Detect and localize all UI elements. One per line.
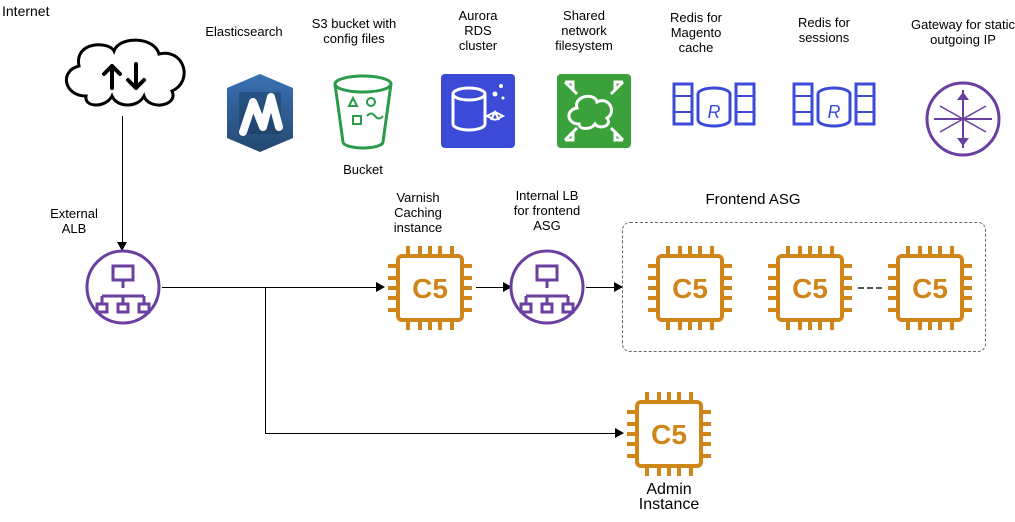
redis-magento-icon: R xyxy=(672,76,756,136)
internet-cloud-icon xyxy=(54,26,194,116)
ilb-icon xyxy=(508,248,586,326)
line-to-admin xyxy=(265,433,615,434)
svg-text:C5: C5 xyxy=(672,273,708,304)
svg-text:C5: C5 xyxy=(792,273,828,304)
svg-text:C5: C5 xyxy=(651,419,687,450)
varnish-c5-icon: C5 xyxy=(384,242,476,334)
redis-magento-label: Redis for Magento cache xyxy=(658,10,734,55)
frontend-asg-label: Frontend ASG xyxy=(698,192,808,207)
elasticsearch-label: Elasticsearch xyxy=(197,24,291,39)
asg-ellipsis xyxy=(858,287,882,289)
varnish-label: Varnish Caching instance xyxy=(388,190,448,235)
sharedfs-icon xyxy=(555,72,633,150)
elasticsearch-icon xyxy=(221,72,299,154)
s3-label: S3 bucket with config files xyxy=(304,16,404,46)
svg-text:C5: C5 xyxy=(912,273,948,304)
redis-sessions-icon: R xyxy=(792,76,876,136)
admin-label: Admin Instance xyxy=(622,482,716,512)
line-alb-varnish xyxy=(162,287,376,288)
s3-sub-label: Bucket xyxy=(333,162,393,177)
aurora-icon xyxy=(439,72,517,150)
branch-down xyxy=(265,288,266,433)
s3-bucket-icon xyxy=(323,72,403,152)
page-title: Internet xyxy=(2,3,49,19)
svg-text:C5: C5 xyxy=(412,273,448,304)
asg-c5-1-icon: C5 xyxy=(644,242,736,334)
line-ilb-asg xyxy=(586,287,614,288)
line-varnish-ilb xyxy=(476,287,503,288)
gateway-icon xyxy=(924,80,1002,158)
ext-alb-label: External ALB xyxy=(40,206,108,236)
sharedfs-label: Shared network filesystem xyxy=(548,8,620,53)
arrow-cloud-to-alb xyxy=(122,116,123,242)
aurora-label: Aurora RDS cluster xyxy=(443,8,513,53)
redis-sessions-label: Redis for sessions xyxy=(790,15,858,45)
svg-text:R: R xyxy=(828,102,841,122)
admin-c5-icon: C5 xyxy=(623,388,715,480)
ext-alb-icon xyxy=(84,248,162,326)
asg-c5-2-icon: C5 xyxy=(764,242,856,334)
svg-text:R: R xyxy=(708,102,721,122)
gateway-label: Gateway for static outgoing IP xyxy=(907,17,1015,47)
asg-c5-3-icon: C5 xyxy=(884,242,976,334)
ilb-label: Internal LB for frontend ASG xyxy=(506,188,588,233)
